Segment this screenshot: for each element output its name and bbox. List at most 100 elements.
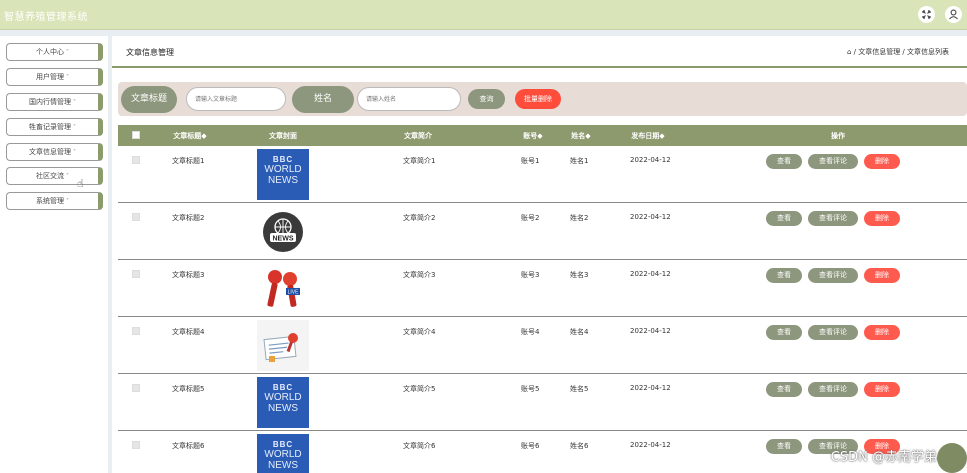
sidebar-item-label: 文章信息管理 [29,148,71,156]
row-checkbox[interactable] [132,327,140,335]
view-button[interactable]: 查看 [766,325,802,340]
cell-intro: 文章简介1 [403,157,436,165]
sidebar-item-livestock-records[interactable]: 牲畜记录管理 ˅ [6,118,103,136]
header-name[interactable]: 姓名◆ [566,131,596,141]
chevron-down-icon: ˅ [73,99,76,106]
cover-image-bbc: BBC WORLD NEWS [257,149,309,200]
row-checkbox[interactable] [132,384,140,392]
breadcrumb[interactable]: ⌂ / 文章信息管理 / 文章信息列表 [847,47,949,57]
chevron-down-icon: ˅ [66,173,69,180]
row-checkbox[interactable] [132,156,140,164]
view-comments-button[interactable]: 查看评论 [808,325,858,340]
sidebar-item-article-management[interactable]: 文章信息管理 ˅ [6,143,103,161]
sidebar-item-label: 社区交流 [36,172,64,180]
sidebar-item-personal-center[interactable]: 个人中心 ˅ [6,43,103,61]
title-search-label: 文章标题 [121,86,177,113]
cell-name: 姓名2 [570,214,589,222]
cell-intro: 文章简介3 [403,271,436,279]
table-row: 文章标题4 文章简介4 账号4 姓名4 2022-04-12 查看 查看评论 删… [118,317,967,374]
row-checkbox[interactable] [132,270,140,278]
sidebar-item-label: 系统管理 [36,197,64,205]
chevron-down-icon: ˅ [66,198,69,205]
table-row: 文章标题2 NEWS 文章简介2 账号2 姓名2 2022-04-12 查看 查… [118,203,967,260]
table-row: 文章标题5 BBC WORLD NEWS 文章简介5 账号5 姓名5 2022-04… [118,374,967,431]
sidebar-item-label: 个人中心 [36,48,64,56]
view-comments-button[interactable]: 查看评论 [808,154,858,169]
cell-title: 文章标题6 [172,442,205,450]
row-checkbox[interactable] [132,213,140,221]
name-search-input[interactable] [357,87,461,111]
search-bar: 文章标题 姓名 查询 批量删除 [118,82,967,116]
cell-name: 姓名6 [570,442,589,450]
cell-name: 姓名4 [570,328,589,336]
cell-account: 账号5 [521,385,540,393]
chevron-down-icon: ˅ [66,74,69,81]
cell-date: 2022-04-12 [630,213,671,221]
expand-icon[interactable] [918,6,935,23]
hand-cursor-icon: ☝ [77,177,84,190]
cell-date: 2022-04-12 [630,270,671,278]
cover-image-bbc: BBC WORLD NEWS [257,434,309,473]
batch-delete-button[interactable]: 批量删除 [515,89,561,109]
svg-text:NEWS: NEWS [273,236,294,243]
user-icon[interactable] [945,6,962,23]
header-cover: 文章封面 [269,132,297,140]
delete-button[interactable]: 删除 [864,154,900,169]
cover-image-news-globe: NEWS [257,206,309,257]
chevron-down-icon: ˅ [66,49,69,56]
view-button[interactable]: 查看 [766,268,802,283]
floating-action-button[interactable] [937,443,967,473]
cover-image-bbc: BBC WORLD NEWS [257,377,309,428]
cell-date: 2022-04-12 [630,156,671,164]
cell-date: 2022-04-12 [630,327,671,335]
view-comments-button[interactable]: 查看评论 [808,382,858,397]
view-button[interactable]: 查看 [766,154,802,169]
sidebar-item-community[interactable]: 社区交流 ˅ [6,167,103,185]
sidebar-item-user-management[interactable]: 用户管理 ˅ [6,68,103,86]
header-date[interactable]: 发布日期◆ [623,131,673,141]
chevron-down-icon: ˅ [73,149,76,156]
watermark: CSDN @赤南学弟 [830,450,937,465]
cell-title: 文章标题3 [172,271,205,279]
delete-button[interactable]: 删除 [864,268,900,283]
select-all-checkbox[interactable] [132,131,140,139]
breadcrumb-bar: 文章信息管理 ⌂ / 文章信息管理 / 文章信息列表 [112,36,967,68]
view-button[interactable]: 查看 [766,211,802,226]
view-comments-button[interactable]: 查看评论 [808,268,858,283]
row-checkbox[interactable] [132,441,140,449]
chevron-down-icon: ˅ [73,124,76,131]
cell-title: 文章标题2 [172,214,205,222]
query-button[interactable]: 查询 [468,89,505,109]
cell-account: 账号2 [521,214,540,222]
sidebar-item-label: 牲畜记录管理 [29,123,71,131]
cell-name: 姓名3 [570,271,589,279]
sidebar-item-label: 国内行情管理 [29,98,71,106]
cell-account: 账号4 [521,328,540,336]
sidebar-item-domestic-market[interactable]: 国内行情管理 ˅ [6,93,103,111]
cell-name: 姓名5 [570,385,589,393]
cover-image-newspaper [257,320,309,371]
view-button[interactable]: 查看 [766,439,802,454]
delete-button[interactable]: 删除 [864,211,900,226]
delete-button[interactable]: 删除 [864,325,900,340]
name-search-label: 姓名 [292,86,354,113]
cell-account: 账号6 [521,442,540,450]
view-comments-button[interactable]: 查看评论 [808,211,858,226]
cell-intro: 文章简介5 [403,385,436,393]
page-title: 文章信息管理 [126,48,174,57]
cell-name: 姓名1 [570,157,589,165]
cell-title: 文章标题5 [172,385,205,393]
delete-button[interactable]: 删除 [864,382,900,397]
svg-text:LIVE: LIVE [288,290,300,296]
top-bar: 智慧养殖管理系统 [0,0,967,30]
cell-date: 2022-04-12 [630,384,671,392]
sidebar-item-system-management[interactable]: 系统管理 ˅ [6,192,103,210]
table-row: 文章标题3 LIVE 文章简介3 账号3 姓名3 2022-04-12 查看 查… [118,260,967,317]
title-search-input[interactable] [186,87,286,111]
sidebar-item-label: 用户管理 [36,73,64,81]
header-title[interactable]: 文章标题◆ [166,131,214,141]
view-button[interactable]: 查看 [766,382,802,397]
table-header: 文章标题◆ 文章封面 文章简介 账号◆ 姓名◆ 发布日期◆ 操作 [118,125,967,146]
cell-account: 账号3 [521,271,540,279]
header-account[interactable]: 账号◆ [518,131,548,141]
